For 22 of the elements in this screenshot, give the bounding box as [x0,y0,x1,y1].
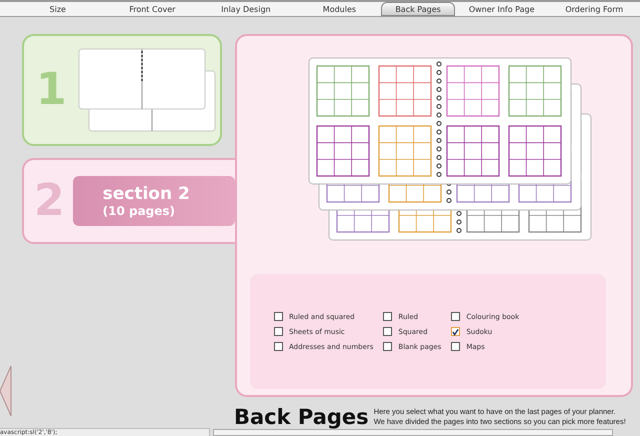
horizontal-scrollbar[interactable] [213,429,613,436]
checkbox[interactable] [451,342,460,351]
checkbox[interactable] [451,312,460,321]
section-subtitle: (10 pages) [102,204,176,218]
tab[interactable]: Ordering Form [548,2,640,16]
checkbox[interactable] [383,342,392,351]
page-heading: Back Pages [234,404,369,430]
checkbox[interactable] [274,327,283,336]
section-title: section 2 [102,184,191,204]
tab[interactable]: Front Cover [110,2,194,16]
tab[interactable]: Size [5,2,110,16]
tab[interactable]: Inlay Design [194,2,298,16]
check-icon [452,328,460,336]
checkbox[interactable] [451,327,460,336]
tab[interactable]: Modules [298,2,382,16]
tab[interactable]: Owner Info Page [454,2,548,16]
tab[interactable]: Back Pages [381,2,455,16]
checkbox[interactable] [383,312,392,321]
section-number: 1 [36,63,67,117]
checkbox[interactable] [274,342,283,351]
checkbox[interactable] [383,327,392,336]
checkbox[interactable] [274,312,283,321]
